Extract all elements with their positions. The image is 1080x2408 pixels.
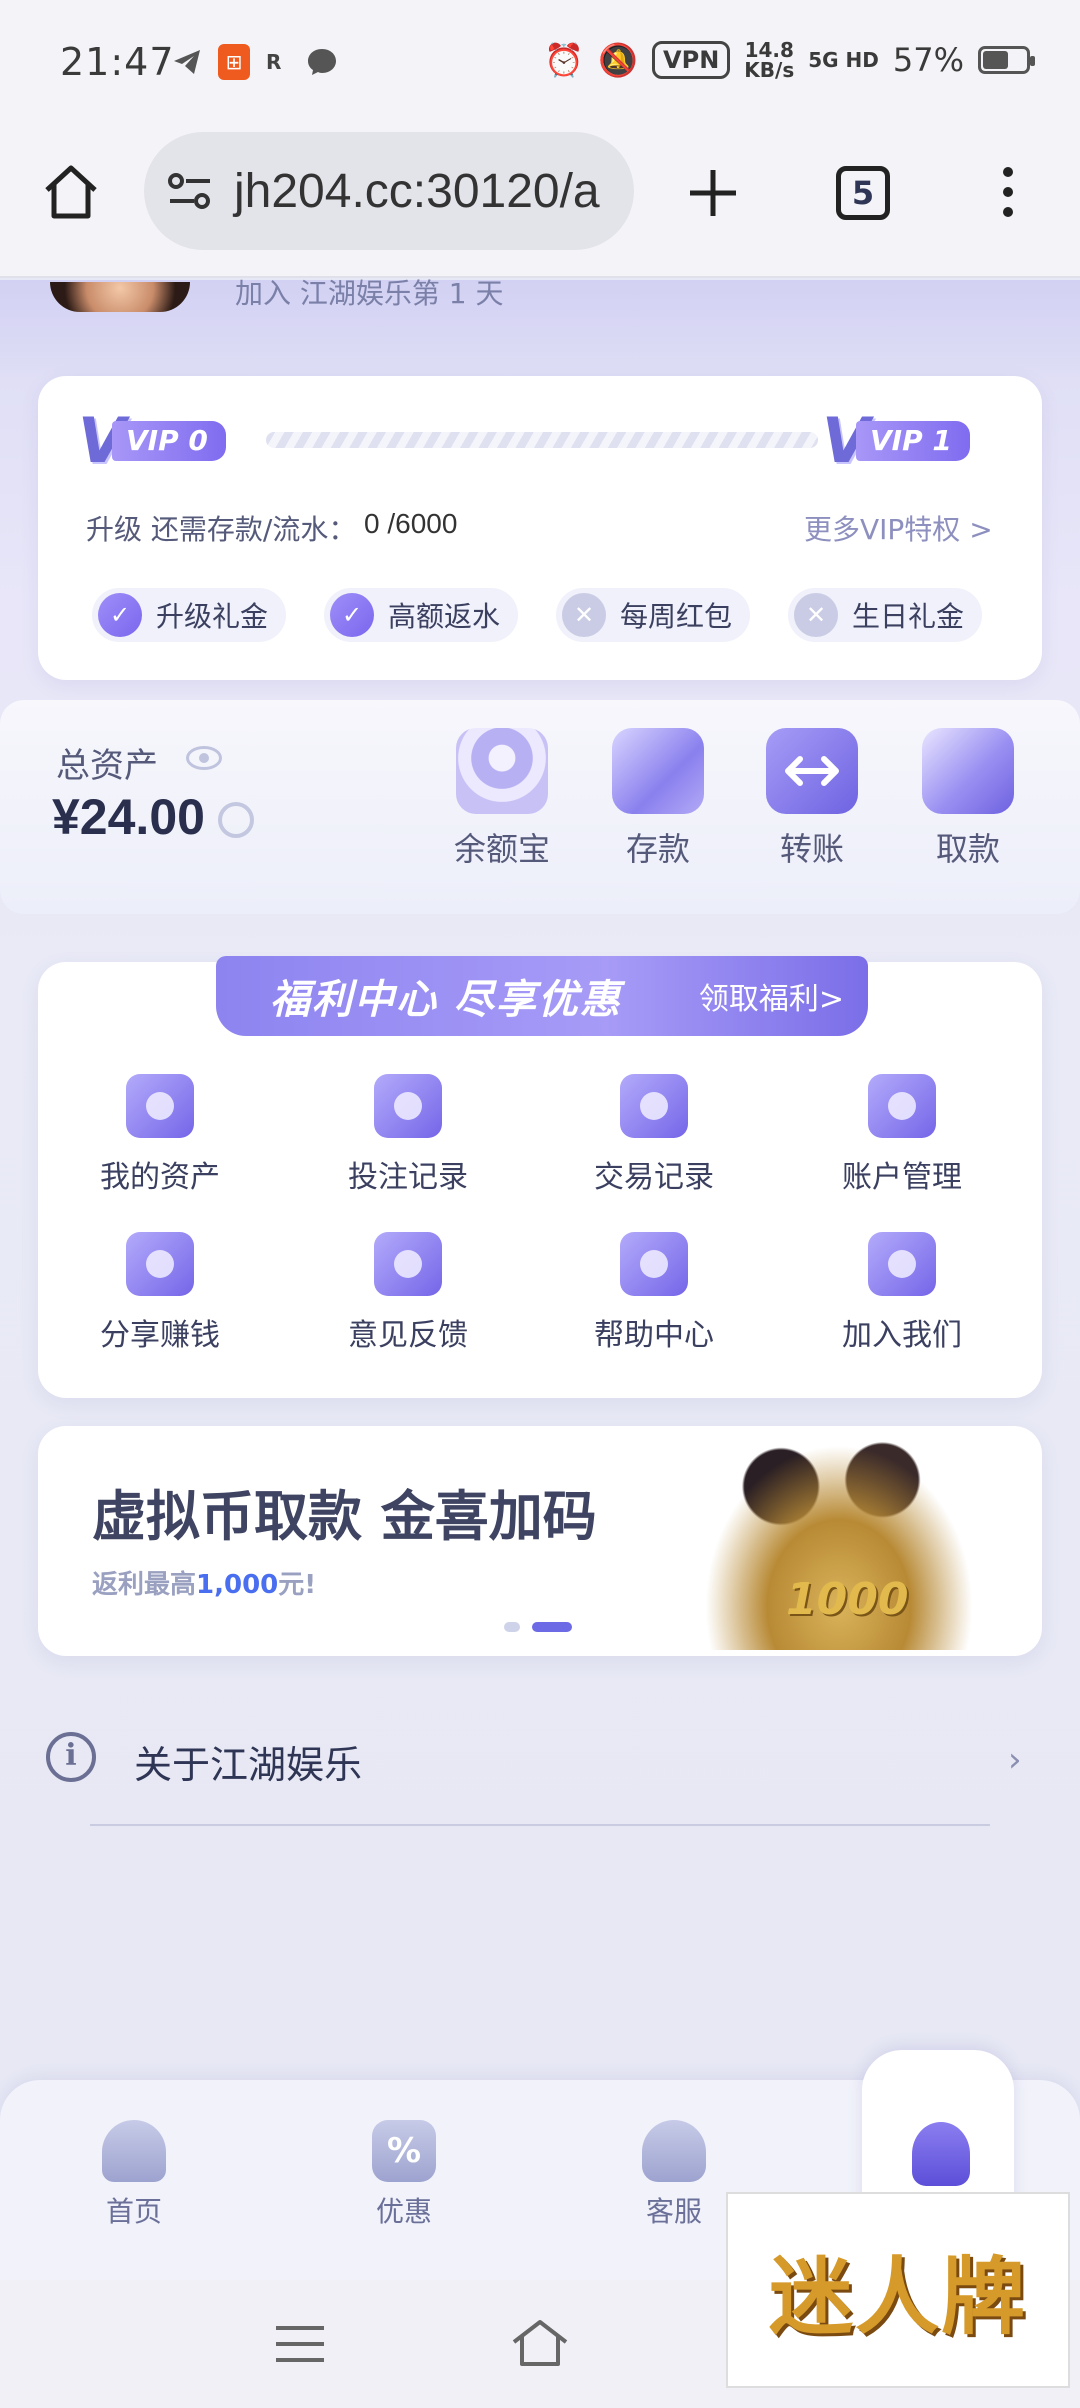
tab-switcher-button[interactable]: 5 [836,166,890,220]
menu-share-earn[interactable]: 分享赚钱 [80,1232,240,1354]
menu-transaction-records[interactable]: 交易记录 [574,1074,734,1196]
avatar[interactable] [50,282,190,312]
add-user-icon [868,1232,936,1296]
welfare-title: 福利中心 尽享优惠 [270,977,622,1023]
home-icon [102,2120,166,2182]
upgrade-label: 升级 还需存款/流水： [86,513,357,546]
welfare-banner[interactable]: 福利中心 尽享优惠 领取福利> [216,956,868,1036]
telegram-icon [172,44,202,80]
vip-next-badge: V VIP 1 [822,410,992,472]
more-vip-link[interactable]: 更多VIP特权 > [804,508,993,548]
carousel-dot-active[interactable] [532,1622,572,1632]
cross-icon: ✕ [794,593,838,637]
yuebao-icon [456,728,548,814]
mute-icon: 🔕 [598,41,639,79]
yen-share-icon [126,1232,194,1296]
new-tab-icon[interactable] [686,166,740,224]
perk-rebate[interactable]: ✓ 高额返水 [324,588,519,642]
cross-icon: ✕ [562,593,606,637]
mail-icon [374,1232,442,1296]
upgrade-value: 0 /6000 [364,508,458,539]
wallet-icon [612,728,704,814]
nav-home[interactable]: 首页 [64,2120,204,2230]
profile-icon [912,2122,970,2186]
transfer-icon [766,728,858,814]
check-icon: ✓ [330,593,374,637]
vip-next-label: VIP 1 [855,421,970,461]
discount-icon: % [372,2120,436,2182]
watermark-text: 迷人牌 [768,2246,1027,2346]
signal-indicator: 5G HD [808,48,879,72]
more-menu-icon[interactable] [998,164,1018,224]
about-label[interactable]: 关于江湖娱乐 [134,1734,362,1789]
chat-icon [306,44,338,80]
yuebao-button[interactable]: 余额宝 [442,728,562,870]
url-text: jh204.cc:30120/a [234,164,600,218]
r-notification-icon: R [266,50,282,74]
menu-feedback[interactable]: 意见反馈 [328,1232,488,1354]
menu-bet-records[interactable]: 投注记录 [328,1074,488,1196]
promo-subtitle: 返利最高1,000元! [92,1570,317,1600]
headset-icon [642,2120,706,2182]
menu-account-management[interactable]: 账户管理 [822,1074,982,1196]
nav-customer-service[interactable]: 客服 [604,2120,744,2230]
battery-icon [978,46,1035,74]
promo-title: 虚拟币取款 金喜加码 [92,1485,597,1548]
status-right: ⏰ 🔕 VPN 14.8 KB/s 5G HD 57% [544,38,1035,82]
network-speed: 14.8 KB/s [744,38,795,82]
exchange-icon [620,1074,688,1138]
perk-birthday-bonus[interactable]: ✕ 生日礼金 [788,588,983,642]
perk-upgrade-bonus[interactable]: ✓ 升级礼金 [92,588,287,642]
carousel-dot[interactable] [504,1622,520,1632]
vip-progress-bar [266,432,818,448]
transfer-button[interactable]: 转账 [752,728,872,870]
wallet-icon [126,1074,194,1138]
divider [90,1824,990,1826]
vip-current-label: VIP 0 [111,421,226,461]
eye-icon[interactable] [186,746,222,770]
info-icon: i [46,1732,96,1782]
chevron-right-icon[interactable]: › [1008,1740,1022,1780]
vpn-badge: VPN [652,41,731,79]
card-icon [922,728,1014,814]
nav-promotions[interactable]: % 优惠 [334,2120,474,2230]
vip-current-badge: V VIP 0 [78,410,248,472]
claim-welfare-button[interactable]: 领取福利> [699,974,844,1018]
perk-weekly-redpacket[interactable]: ✕ 每周红包 [556,588,751,642]
total-assets-label: 总资产 [56,746,158,786]
deposit-button[interactable]: 存款 [598,728,718,870]
battery-percent: 57% [892,41,964,79]
promo-badge: 1000 [786,1574,909,1625]
folder-user-icon [868,1074,936,1138]
menu-my-assets[interactable]: 我的资产 [80,1074,240,1196]
clock-icon [374,1074,442,1138]
browser-home-icon[interactable] [42,164,100,224]
watermark: 迷人牌 [726,2192,1070,2388]
check-icon: ✓ [98,593,142,637]
recent-apps-icon[interactable] [276,2326,324,2362]
status-time: 21:47 [60,40,175,84]
alarm-icon: ⏰ [544,41,585,79]
menu-join-us[interactable]: 加入我们 [822,1232,982,1354]
address-bar[interactable]: jh204.cc:30120/a [144,132,634,250]
join-days-text: 加入 江湖娱乐第 1 天 [235,277,504,310]
system-home-icon[interactable] [510,2318,570,2368]
refresh-icon[interactable] [218,802,254,838]
question-icon [620,1232,688,1296]
app-notification-icon: ⊞ [218,44,250,80]
withdraw-button[interactable]: 取款 [908,728,1028,870]
menu-help-center[interactable]: 帮助中心 [574,1232,734,1354]
site-settings-icon[interactable] [166,169,214,213]
total-assets-value: ¥24.00 [52,789,205,845]
